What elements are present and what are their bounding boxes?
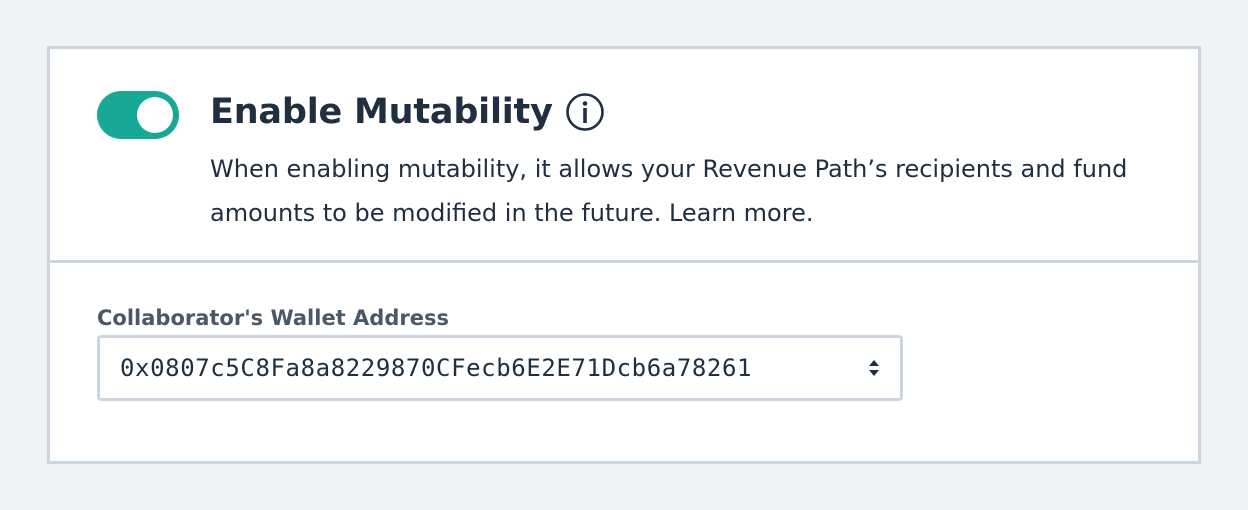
mutability-description: When enabling mutability, it allows your… <box>210 155 1128 227</box>
toggle-knob <box>137 97 173 133</box>
mutability-toggle[interactable] <box>97 91 179 139</box>
title-row: Enable Mutability <box>210 87 605 137</box>
mutability-title: Enable Mutability <box>210 92 553 132</box>
select-arrows-icon <box>868 356 880 380</box>
mutability-section: Enable Mutability When enabling mutabili… <box>50 49 1198 263</box>
wallet-address-value: 0x0807c5C8Fa8a8229870CFecb6E2E71Dcb6a782… <box>120 354 753 382</box>
mutability-card: Enable Mutability When enabling mutabili… <box>47 46 1201 464</box>
wallet-address-select[interactable]: 0x0807c5C8Fa8a8229870CFecb6E2E71Dcb6a782… <box>97 335 903 401</box>
info-icon[interactable] <box>565 92 605 132</box>
wallet-address-label: Collaborator's Wallet Address <box>97 306 449 330</box>
